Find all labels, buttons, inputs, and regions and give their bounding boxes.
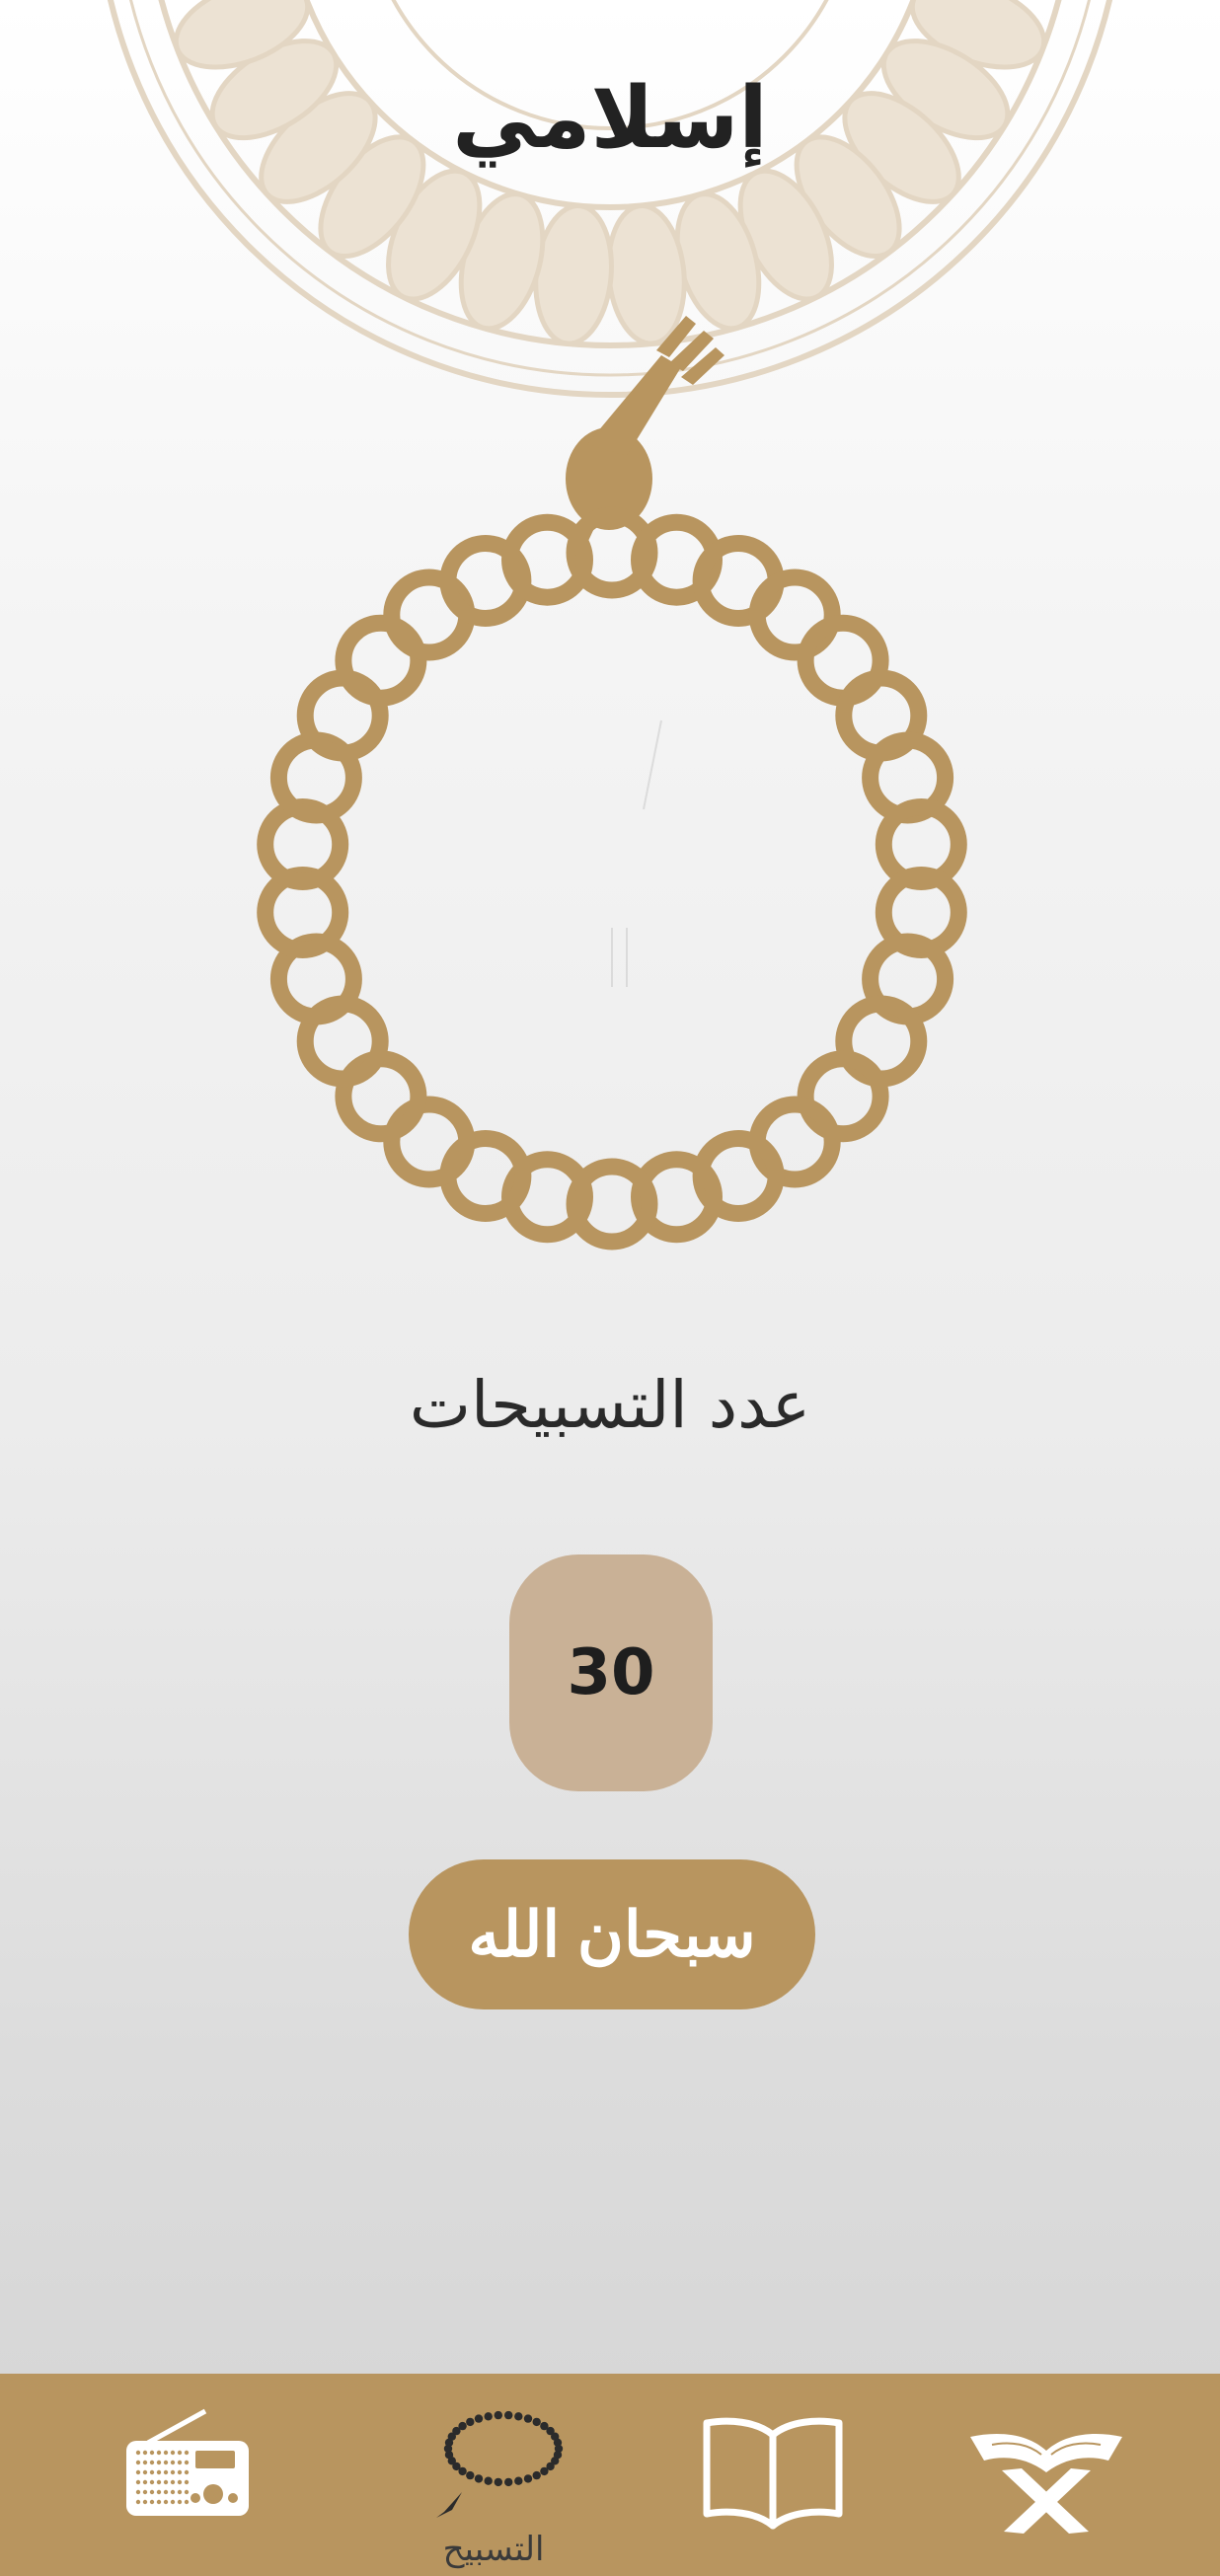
mini-bead [504, 2477, 513, 2487]
grille-dot [177, 2469, 183, 2475]
mini-bead [523, 2474, 533, 2483]
open-book-icon [703, 2417, 843, 2530]
mini-bead [553, 2438, 563, 2447]
grille-dot [170, 2499, 176, 2505]
mini-bead [540, 2466, 549, 2476]
grille-dot [184, 2479, 190, 2485]
grille-dot [135, 2469, 141, 2475]
grille-dot [142, 2469, 148, 2475]
grille-dot [163, 2469, 169, 2475]
mini-bead [474, 2474, 484, 2483]
mini-bead [504, 2410, 513, 2420]
grille-dot [149, 2460, 155, 2465]
grille-dot [184, 2499, 190, 2505]
nav-item-radio[interactable] [69, 2374, 306, 2576]
quran-stand-icon [970, 2433, 1122, 2534]
app-title: إسلامي [452, 69, 768, 168]
grille-dot [163, 2489, 169, 2495]
mini-bead [474, 2414, 484, 2423]
radio-icon [126, 2408, 249, 2516]
grille-dot [156, 2499, 162, 2505]
grille-dot [149, 2479, 155, 2485]
dhikr-button[interactable]: سبحان الله [409, 1859, 815, 2009]
grille-dot [170, 2460, 176, 2465]
grille-dot [142, 2450, 148, 2456]
grille-dot [177, 2479, 183, 2485]
count-label: عدد التسبيحات [409, 1367, 811, 1443]
counter-value: 30 [567, 1636, 655, 1709]
grille-dot [142, 2489, 148, 2495]
grille-dot [149, 2450, 155, 2456]
grille-dot [135, 2489, 141, 2495]
mini-bead [514, 2476, 523, 2485]
grille-dot [149, 2489, 155, 2495]
grille-dot [184, 2489, 190, 2495]
grille-dot [156, 2479, 162, 2485]
nav-label-tasbih: التسبيح [442, 2530, 545, 2569]
mini-bead [458, 2421, 467, 2431]
grille-dot [170, 2489, 176, 2495]
nav-item-book[interactable] [654, 2374, 891, 2576]
prayer-beads-icon [436, 2410, 564, 2518]
grille-dot [156, 2450, 162, 2456]
grille-dot [156, 2460, 162, 2465]
grille-dot [163, 2479, 169, 2485]
grille-dot [142, 2499, 148, 2505]
mini-bead [466, 2470, 475, 2480]
grille-dot [163, 2450, 169, 2456]
grille-dot [135, 2450, 141, 2456]
mini-bead [532, 2417, 541, 2427]
grille-dot [149, 2499, 155, 2505]
nav-item-quran[interactable] [928, 2374, 1165, 2576]
grille-dot [184, 2450, 190, 2456]
grille-dot [170, 2450, 176, 2456]
grille-dot [170, 2469, 176, 2475]
grille-dot [156, 2489, 162, 2495]
grille-dot [170, 2479, 176, 2485]
tasbih-counter: 30 [509, 1554, 713, 1791]
mini-bead [484, 2412, 493, 2421]
grille-dot [156, 2469, 162, 2475]
bottom-nav: التسبيح [0, 2374, 1220, 2576]
mini-bead [494, 2477, 502, 2487]
grille-dot [184, 2460, 190, 2465]
grille-dot [135, 2499, 141, 2505]
mini-bead [532, 2470, 541, 2480]
tasbih-screen: إسلامي عدد التسبيحات 30 سبحان الله التسب… [0, 0, 1220, 2576]
grille-dot [177, 2489, 183, 2495]
mini-bead [494, 2410, 502, 2420]
mini-bead [514, 2412, 523, 2421]
mini-bead [523, 2414, 533, 2423]
grille-dot [177, 2450, 183, 2456]
grille-dot [163, 2499, 169, 2505]
nav-item-tasbih[interactable]: التسبيح [375, 2374, 612, 2576]
grille-dot [142, 2479, 148, 2485]
grille-dot [142, 2460, 148, 2465]
grille-dot [135, 2479, 141, 2485]
grille-dot [135, 2460, 141, 2465]
grille-dot [163, 2460, 169, 2465]
grille-dot [177, 2499, 183, 2505]
grille-dot [184, 2469, 190, 2475]
mini-bead [466, 2417, 475, 2427]
prayer-beads-illustration[interactable] [247, 296, 977, 1263]
mini-bead [484, 2476, 493, 2485]
grille-dot [149, 2469, 155, 2475]
grille-dot [177, 2460, 183, 2465]
